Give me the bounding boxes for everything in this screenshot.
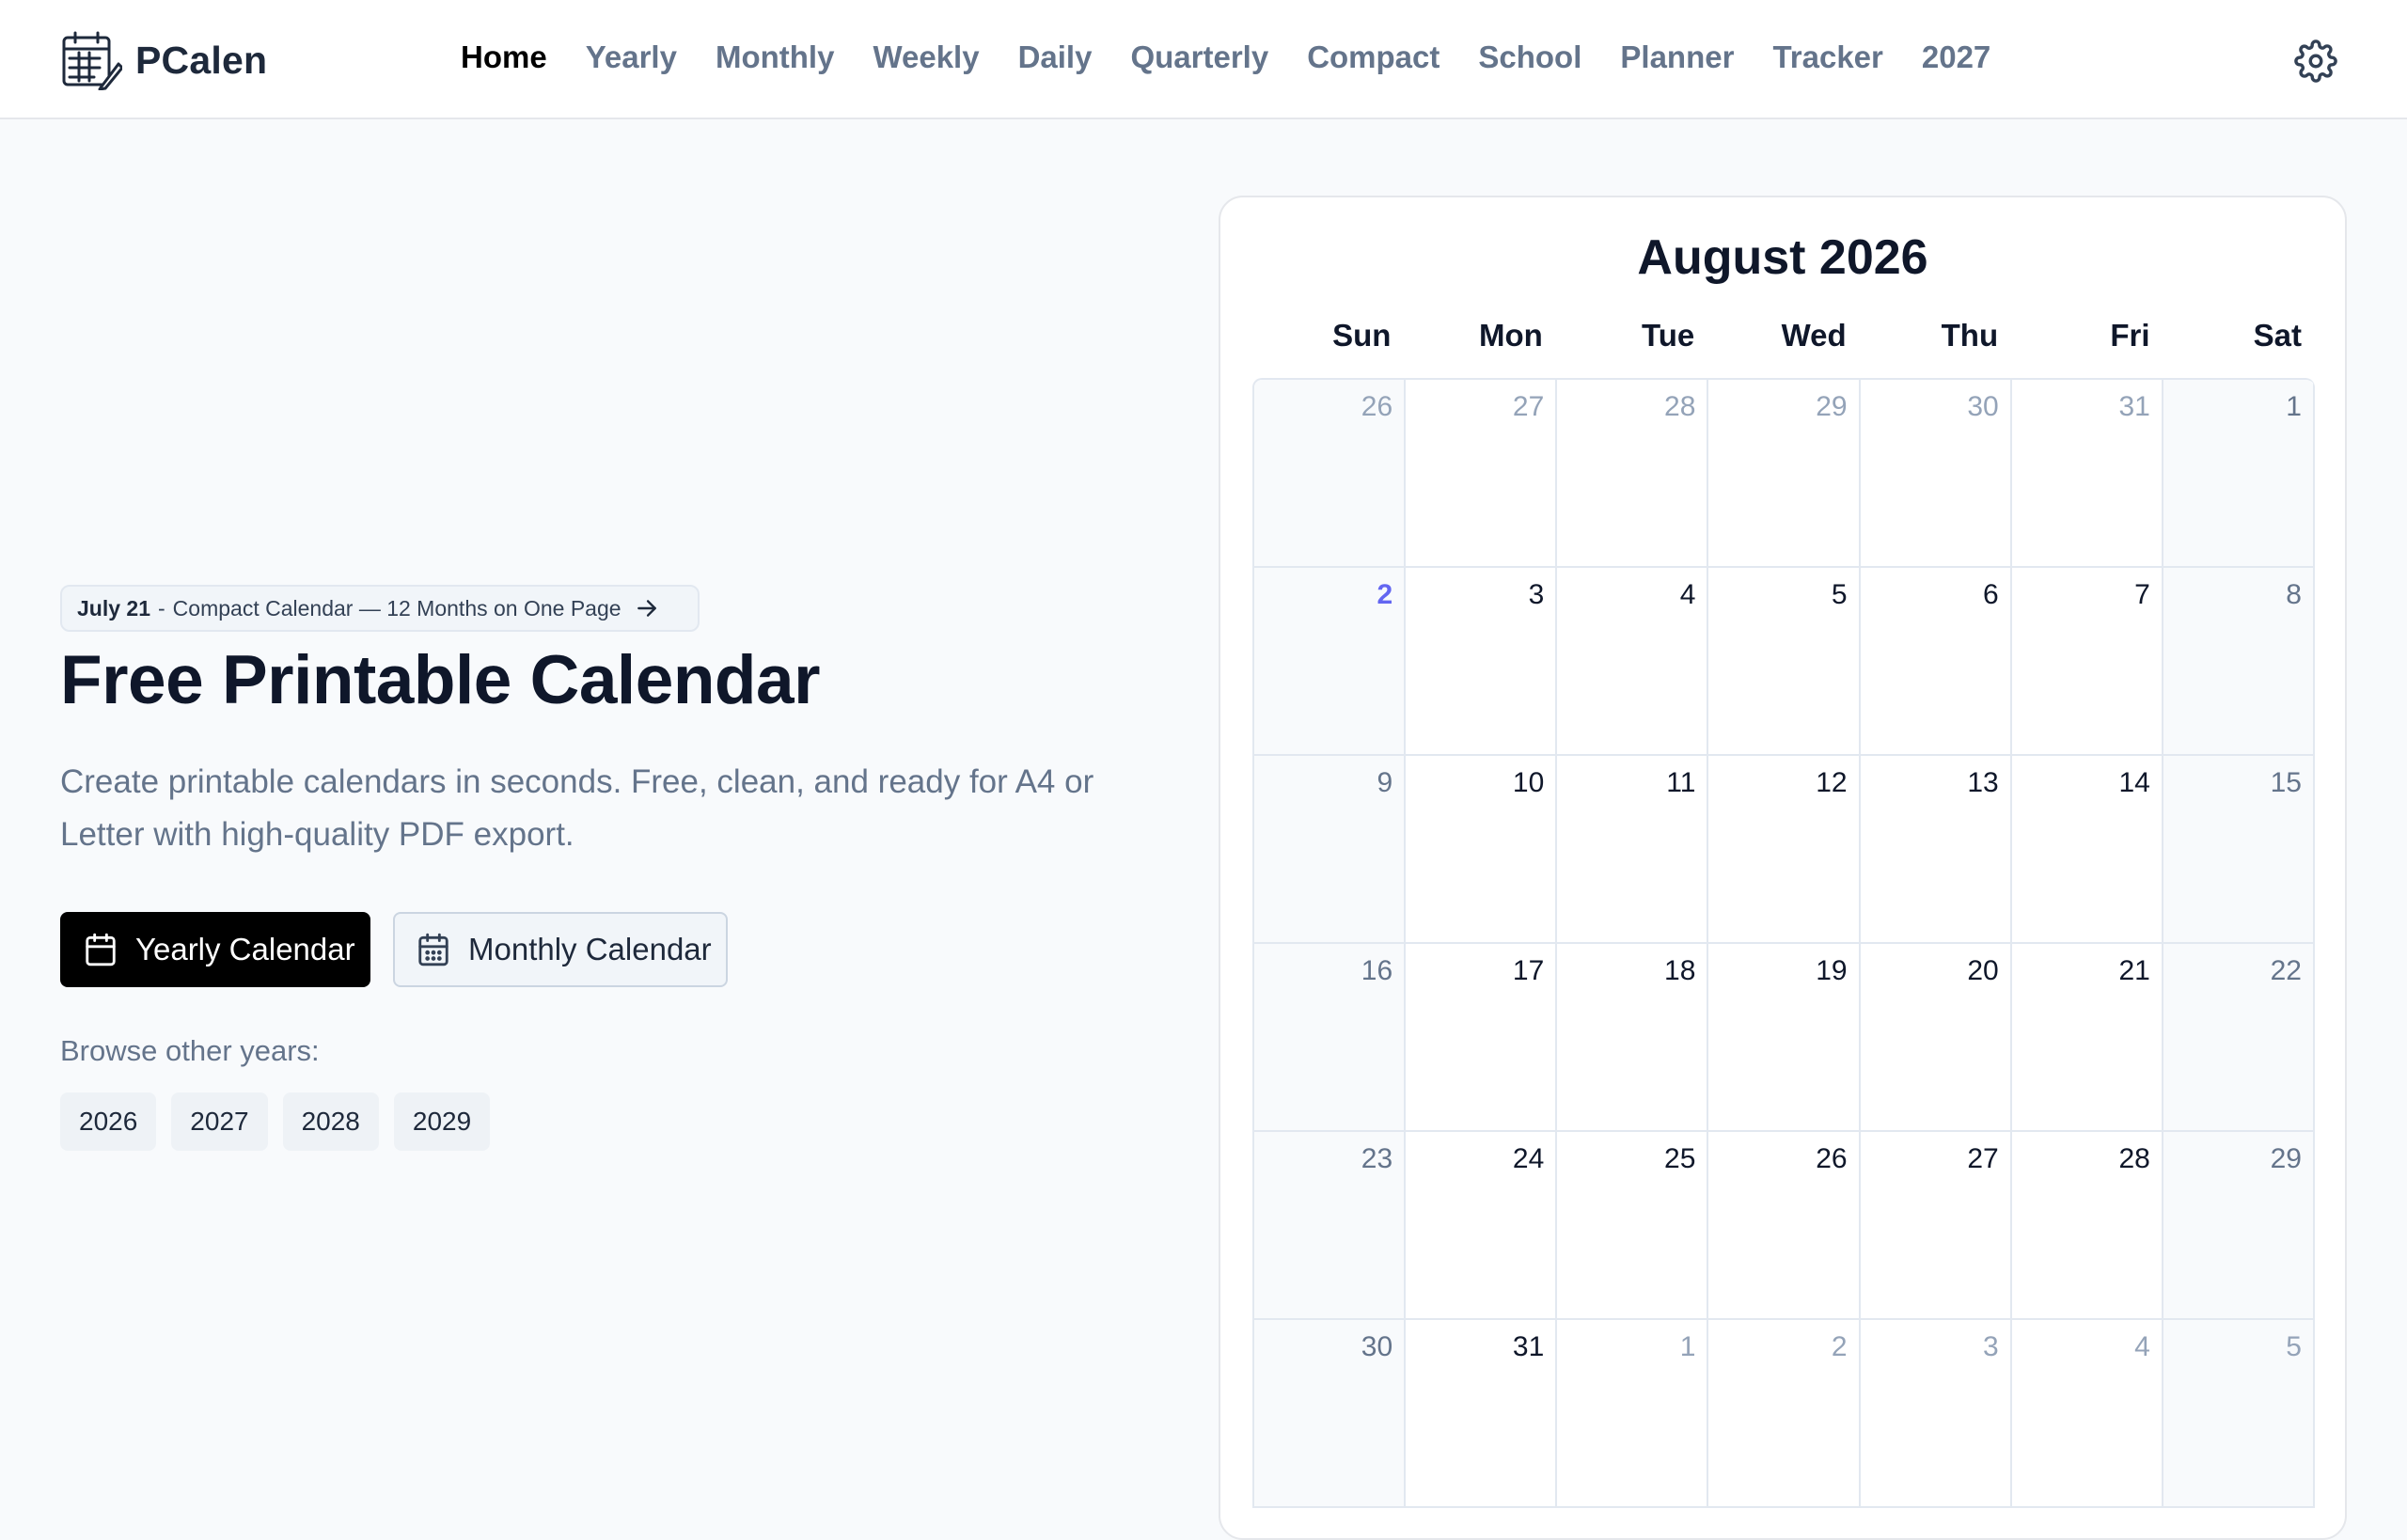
year-pill-2027[interactable]: 2027: [171, 1092, 268, 1151]
hero-description: Create printable calendars in seconds. F…: [60, 763, 1094, 853]
nav-monthly[interactable]: Monthly: [716, 39, 834, 75]
calendar-day-cell[interactable]: 26: [1254, 380, 1407, 568]
calendar-day-cell[interactable]: 16: [1254, 944, 1407, 1132]
year-pills: 2026 2027 2028 2029: [60, 1092, 491, 1151]
calendar-day-cell[interactable]: 27: [1860, 1132, 2012, 1320]
yearly-calendar-label: Yearly Calendar: [135, 932, 355, 966]
calendar-day-cell[interactable]: 26: [1708, 1132, 1861, 1320]
nav-quarterly[interactable]: Quarterly: [1130, 39, 1268, 75]
monthly-calendar-button[interactable]: Monthly Calendar: [393, 912, 728, 987]
settings-button[interactable]: [2294, 39, 2337, 83]
main-nav: Home Yearly Monthly Weekly Daily Quarter…: [461, 34, 1990, 81]
calendar-day-cell[interactable]: 28: [2011, 1132, 2163, 1320]
calendar-grid-icon: [418, 933, 448, 966]
weekday-wed: Wed: [1781, 318, 1847, 353]
arrow-right-icon: [637, 600, 656, 617]
brand-name: PCalen: [135, 38, 268, 82]
browse-years-label: Browse other years:: [60, 1034, 320, 1067]
calendar-day-cell[interactable]: 29: [1708, 380, 1861, 568]
calendar-day-cell[interactable]: 23: [1254, 1132, 1407, 1320]
calendar-day-cell[interactable]: 4: [2011, 1320, 2163, 1508]
calendar-day-cell[interactable]: 5: [1708, 568, 1861, 756]
year-pill-2026[interactable]: 2026: [60, 1092, 157, 1151]
announcement-text: Compact Calendar — 12 Months on One Page: [172, 595, 621, 621]
nav-yearly[interactable]: Yearly: [586, 39, 677, 75]
nav-2027[interactable]: 2027: [1922, 39, 1990, 75]
calendar-day-cell[interactable]: 1: [2163, 380, 2315, 568]
nav-school[interactable]: School: [1478, 39, 1581, 75]
calendar-day-cell[interactable]: 31: [2011, 380, 2163, 568]
calendar-day-cell[interactable]: 17: [1406, 944, 1558, 1132]
nav-compact[interactable]: Compact: [1307, 39, 1439, 75]
top-header: PCalen Home Yearly Monthly Weekly Daily …: [0, 0, 2407, 119]
calendar-day-cell[interactable]: 24: [1406, 1132, 1558, 1320]
announcement-link[interactable]: July 21 - Compact Calendar — 12 Months o…: [60, 585, 700, 632]
announcement-date: July 21: [77, 595, 150, 621]
calendar-day-cell[interactable]: 20: [1860, 944, 2012, 1132]
announcement-separator: -: [158, 595, 165, 621]
weekday-sun: Sun: [1332, 318, 1392, 353]
calendar-day-cell[interactable]: 15: [2163, 756, 2315, 944]
calendar-day-cell[interactable]: 30: [1860, 380, 2012, 568]
brand-logo[interactable]: PCalen: [60, 30, 267, 90]
year-pill-2029[interactable]: 2029: [393, 1092, 491, 1151]
calendar-day-cell[interactable]: 29: [2163, 1132, 2315, 1320]
year-pill-2028[interactable]: 2028: [282, 1092, 379, 1151]
weekday-tue: Tue: [1642, 318, 1695, 353]
calendar-day-cell[interactable]: 8: [2163, 568, 2315, 756]
calendar-logo-icon: [62, 31, 122, 90]
calendar-day-cell[interactable]: 21: [2011, 944, 2163, 1132]
calendar-day-cell[interactable]: 2: [1708, 1320, 1861, 1508]
calendar-day-cell[interactable]: 30: [1254, 1320, 1407, 1508]
page-title: Free Printable Calendar: [60, 642, 821, 718]
nav-planner[interactable]: Planner: [1620, 39, 1734, 75]
calendar-day-cell[interactable]: 14: [2011, 756, 2163, 944]
monthly-calendar-label: Monthly Calendar: [468, 932, 712, 966]
calendar-day-cell[interactable]: 7: [2011, 568, 2163, 756]
calendar-day-cell[interactable]: 22: [2163, 944, 2315, 1132]
weekday-sat: Sat: [2253, 318, 2302, 353]
calendar-icon: [86, 933, 116, 966]
calendar-day-cell[interactable]: 12: [1708, 756, 1861, 944]
calendar-day-cell[interactable]: 13: [1860, 756, 2012, 944]
calendar-day-cell[interactable]: 28: [1557, 380, 1709, 568]
calendar-day-cell[interactable]: 6: [1860, 568, 2012, 756]
nav-weekly[interactable]: Weekly: [873, 39, 979, 75]
calendar-month-title: August 2026: [1637, 230, 1928, 285]
weekday-fri: Fri: [2110, 318, 2150, 353]
calendar-grid: 26 27 28 29 30 31 1 2 3 4 5 6 7 8 9 10 11 12 13 14 15 16 17 18 1…: [1252, 378, 2315, 1508]
calendar-day-cell[interactable]: 9: [1254, 756, 1407, 944]
calendar-day-cell[interactable]: 3: [1860, 1320, 2012, 1508]
calendar-day-cell[interactable]: 18: [1557, 944, 1709, 1132]
calendar-day-today[interactable]: 2: [1254, 568, 1407, 756]
weekday-mon: Mon: [1479, 318, 1543, 353]
calendar-day-cell[interactable]: 25: [1557, 1132, 1709, 1320]
weekday-header: Sun Mon Tue Wed Thu Fri Sat: [1252, 318, 2315, 374]
nav-home[interactable]: Home: [461, 39, 547, 75]
yearly-calendar-button[interactable]: Yearly Calendar: [60, 912, 370, 987]
calendar-day-cell[interactable]: 19: [1708, 944, 1861, 1132]
gear-icon: [2294, 39, 2337, 83]
nav-tracker[interactable]: Tracker: [1772, 39, 1882, 75]
calendar-day-cell[interactable]: 10: [1406, 756, 1558, 944]
calendar-day-cell[interactable]: 27: [1406, 380, 1558, 568]
calendar-day-cell[interactable]: 3: [1406, 568, 1558, 756]
nav-daily[interactable]: Daily: [1018, 39, 1093, 75]
calendar-day-cell[interactable]: 31: [1406, 1320, 1558, 1508]
weekday-thu: Thu: [1941, 318, 1999, 353]
calendar-day-cell[interactable]: 1: [1557, 1320, 1709, 1508]
calendar-day-cell[interactable]: 11: [1557, 756, 1709, 944]
calendar-preview-card: August 2026 Sun Mon Tue Wed Thu Fri Sat …: [1219, 196, 2347, 1540]
calendar-day-cell[interactable]: 4: [1557, 568, 1709, 756]
calendar-day-cell[interactable]: 5: [2163, 1320, 2315, 1508]
